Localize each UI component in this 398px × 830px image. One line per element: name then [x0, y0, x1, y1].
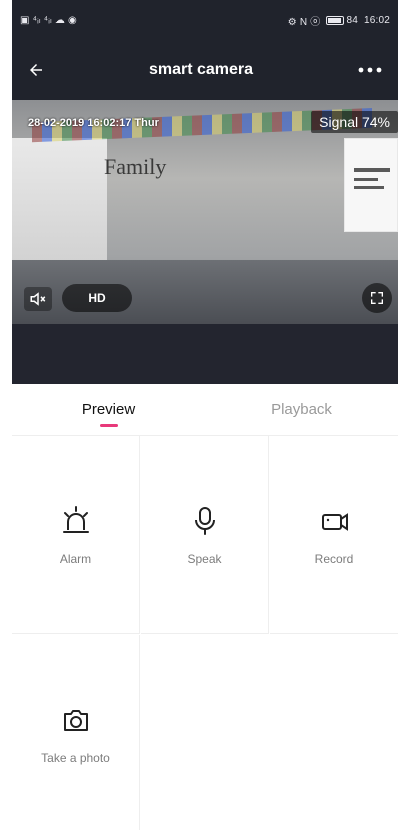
fullscreen-button[interactable]: [362, 283, 392, 313]
video-scene-family-text: Family: [104, 154, 167, 179]
page-title: smart camera: [148, 61, 254, 78]
speaker-muted-icon: [30, 292, 46, 306]
battery-indicator: 84: [326, 15, 358, 26]
alarm-icon: [62, 505, 89, 533]
back-button[interactable]: [22, 56, 50, 84]
record-label: Record: [314, 551, 354, 566]
mute-button[interactable]: [24, 287, 52, 311]
tab-playback[interactable]: Playback: [205, 384, 398, 435]
back-arrow-icon: [30, 64, 42, 76]
video-timestamp: 28-02-2019 16:02:17 Thur: [28, 117, 159, 129]
video-record-icon: [322, 512, 348, 531]
toolbar: smart camera: [12, 48, 398, 92]
signal-badge: Signal 74%: [311, 111, 398, 133]
tab-active-indicator: [99, 424, 118, 427]
video-bottom-bar: [12, 324, 398, 384]
more-horizontal-icon: [358, 67, 382, 73]
speak-action[interactable]: Speak: [141, 436, 269, 634]
whiteboard-marks-icon: [354, 168, 390, 189]
hd-quality-button[interactable]: HD: [62, 284, 132, 312]
battery-level: 84: [346, 14, 358, 26]
take-photo-label: Take a photo: [41, 751, 110, 765]
take-photo-action[interactable]: Take a photo: [12, 635, 140, 830]
alarm-label: Alarm: [59, 551, 92, 566]
tabs: Preview Playback: [12, 384, 398, 436]
status-bar: ▣ ⁴ᵢₗ ⁴ᵢₗ ☁ ◉ ⚙ N ⓞ 84 16:02: [12, 0, 398, 40]
status-left: ▣ ⁴ᵢₗ ⁴ᵢₗ ☁ ◉: [20, 15, 77, 26]
battery-icon: [326, 15, 345, 25]
video-scene-wall: [12, 138, 107, 278]
tab-preview[interactable]: Preview: [12, 384, 205, 435]
status-right: ⚙ N ⓞ 84 16:02: [288, 13, 390, 28]
action-grid: Alarm Speak Record Take a photo: [12, 436, 398, 830]
tab-preview-label: Preview: [81, 401, 136, 418]
tab-playback-label: Playback: [271, 401, 332, 418]
camera-icon: [63, 710, 88, 731]
app: ▣ ⁴ᵢₗ ⁴ᵢₗ ☁ ◉ ⚙ N ⓞ 84 16:02 smart camer…: [12, 0, 398, 830]
status-time: 16:02: [363, 14, 390, 26]
video-scene-text: Family: [104, 154, 166, 180]
speak-label: Speak: [187, 551, 222, 566]
record-action[interactable]: Record: [270, 436, 398, 634]
microphone-icon: [194, 506, 215, 535]
alarm-action[interactable]: Alarm: [12, 436, 140, 634]
live-video-view[interactable]: Family 28-02-2019 16:02:17 Thur Signal 7…: [12, 100, 398, 324]
more-options-button[interactable]: [352, 56, 388, 84]
fullscreen-icon: [371, 292, 383, 304]
status-right-icons: ⚙ N ⓞ: [287, 16, 321, 28]
status-left-icons: ▣ ⁴ᵢₗ ⁴ᵢₗ ☁ ◉: [20, 14, 77, 26]
